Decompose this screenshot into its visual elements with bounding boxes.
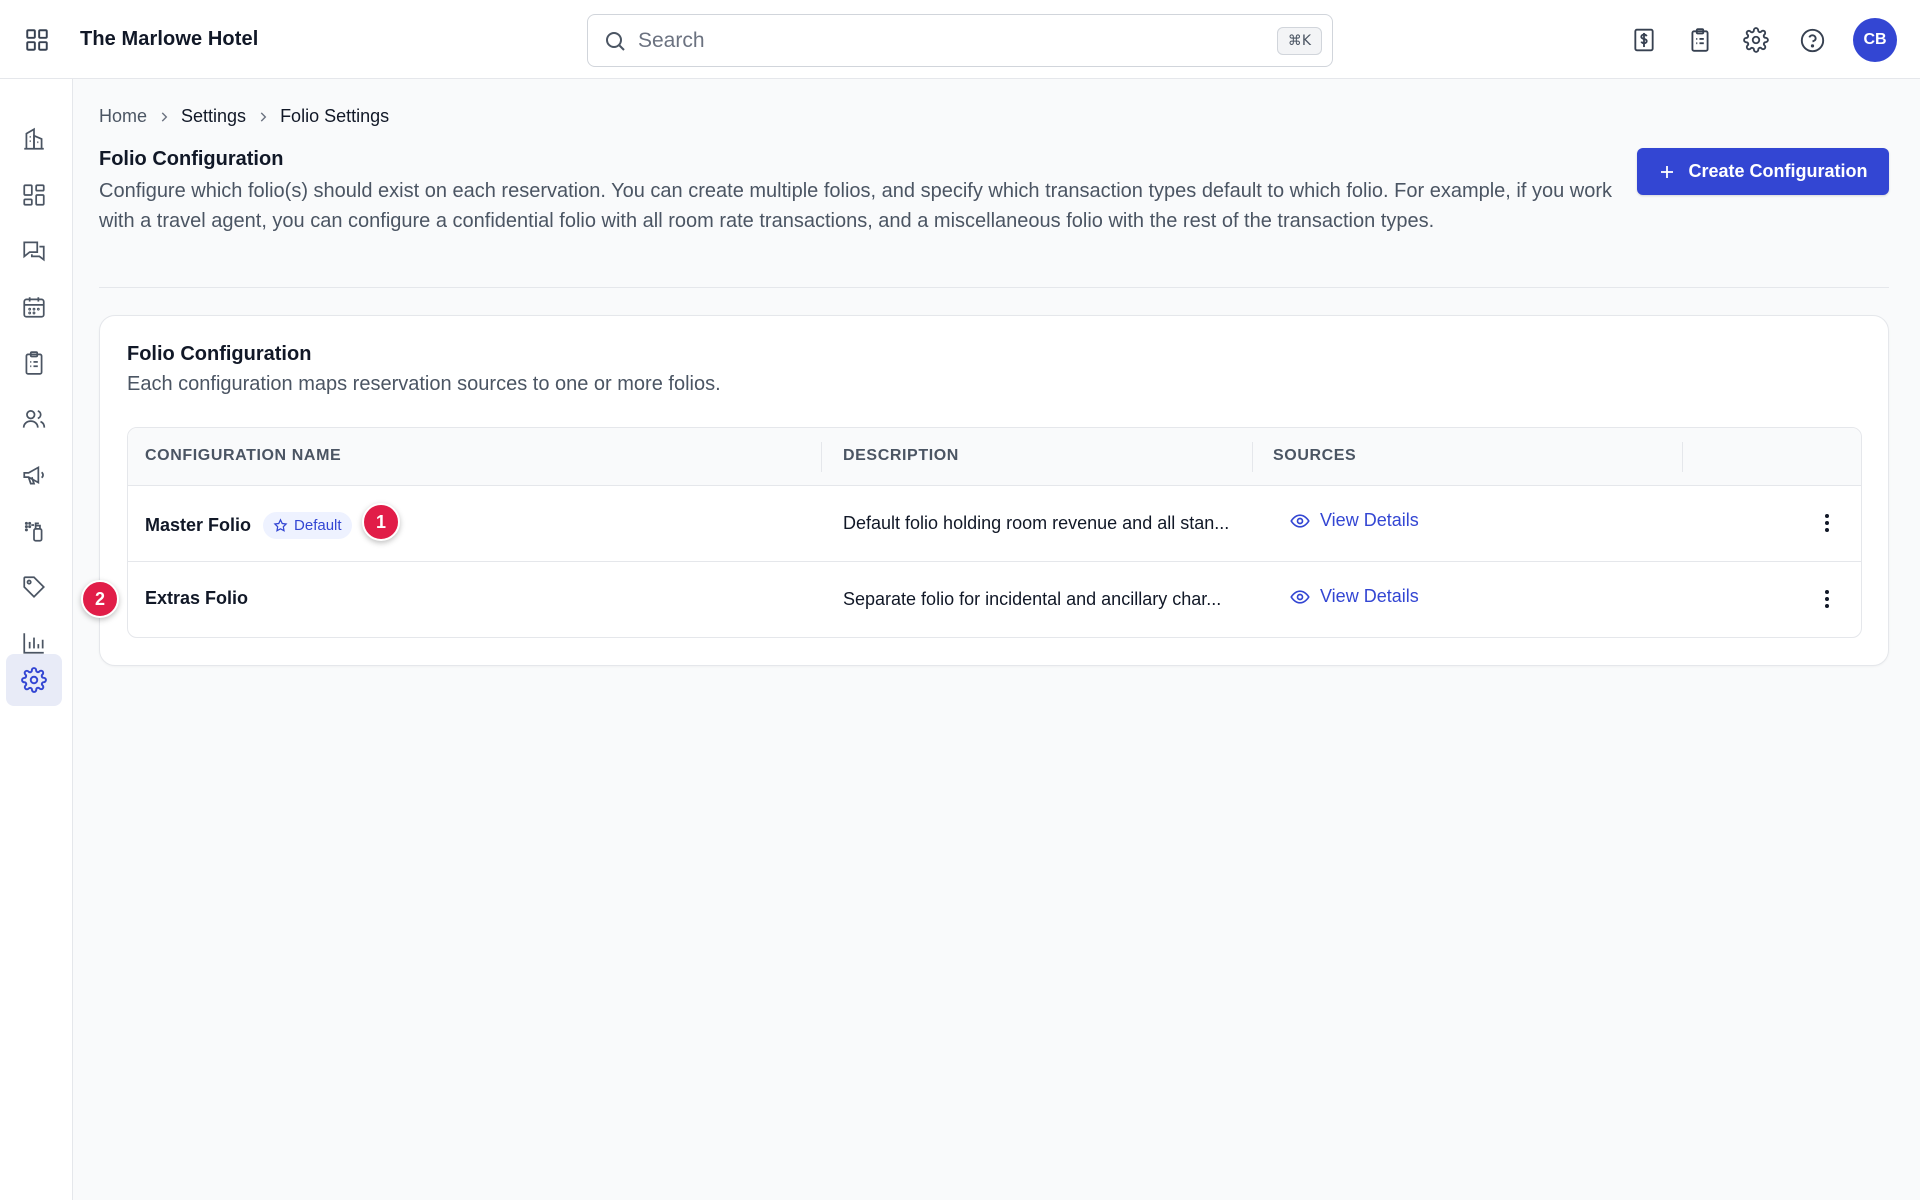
page-title: Folio Configuration — [99, 148, 284, 170]
sidebar — [0, 79, 73, 1200]
chevron-right-icon — [157, 110, 171, 124]
chat-icon — [21, 238, 47, 264]
view-details-link[interactable]: View Details — [1290, 510, 1419, 531]
table-row[interactable]: Extras Folio Separate folio for incident… — [128, 562, 1861, 637]
breadcrumb: Home Settings Folio Settings — [99, 106, 389, 127]
row-actions-kebab-icon[interactable] — [1812, 584, 1842, 614]
sidebar-item-calendar[interactable] — [6, 281, 62, 333]
default-badge: Default — [263, 512, 352, 539]
clipboard-icon[interactable] — [1684, 24, 1716, 56]
card-subtitle: Each configuration maps reservation sour… — [127, 373, 721, 395]
avatar[interactable]: CB — [1853, 18, 1897, 62]
column-divider — [1682, 442, 1683, 472]
bar-chart-icon — [21, 630, 47, 656]
calendar-icon — [21, 294, 47, 320]
create-configuration-label: Create Configuration — [1688, 161, 1868, 181]
spray-icon — [21, 518, 47, 544]
breadcrumb-current: Folio Settings — [280, 106, 390, 126]
column-header-description: DESCRIPTION — [843, 447, 959, 464]
users-icon — [21, 406, 47, 432]
search-shortcut-badge: ⌘K — [1276, 27, 1322, 55]
sidebar-item-settings[interactable] — [6, 654, 62, 706]
help-icon[interactable] — [1796, 24, 1828, 56]
sidebar-item-guests[interactable] — [6, 393, 62, 445]
dashboard-icon — [21, 182, 47, 208]
configuration-name-cell: Extras Folio — [145, 588, 248, 609]
folio-configuration-card: Folio Configuration Each configuration m… — [99, 315, 1889, 666]
sidebar-item-tasks[interactable] — [6, 337, 62, 389]
gear-icon[interactable] — [1740, 24, 1772, 56]
megaphone-icon — [21, 462, 47, 488]
top-bar: The Marlowe Hotel ⌘K CB — [0, 0, 1920, 79]
clipboard-icon — [21, 350, 47, 376]
gear-icon — [21, 667, 47, 693]
column-divider — [821, 442, 822, 472]
configuration-description: Separate folio for incidental and ancill… — [843, 589, 1222, 609]
search-icon — [602, 28, 628, 54]
table-header: CONFIGURATION NAME DESCRIPTION SOURCES — [128, 428, 1861, 486]
configuration-name: Extras Folio — [145, 588, 249, 608]
create-configuration-button[interactable]: Create Configuration — [1637, 148, 1889, 195]
search-input[interactable] — [638, 28, 1238, 53]
apps-grid-icon[interactable] — [22, 25, 52, 55]
column-divider — [1252, 442, 1253, 472]
chevron-right-icon — [256, 110, 270, 124]
page-description: Configure which folio(s) should exist on… — [99, 180, 1612, 232]
hotel-name: The Marlowe Hotel — [80, 28, 259, 50]
sidebar-item-marketing[interactable] — [6, 449, 62, 501]
divider — [99, 287, 1889, 288]
configuration-description: Default folio holding room revenue and a… — [843, 513, 1230, 533]
view-details-label: View Details — [1320, 510, 1419, 530]
breadcrumb-settings[interactable]: Settings — [181, 106, 246, 127]
plus-icon — [1658, 163, 1676, 181]
column-header-sources: SOURCES — [1273, 447, 1357, 464]
breadcrumb-home[interactable]: Home — [99, 106, 147, 127]
sidebar-item-rates[interactable] — [6, 561, 62, 613]
configuration-name-cell: Master Folio Default — [145, 512, 352, 539]
annotation-marker-2: 2 — [81, 580, 119, 618]
view-details-link[interactable]: View Details — [1290, 586, 1419, 607]
sidebar-item-messages[interactable] — [6, 225, 62, 277]
tag-icon — [21, 574, 47, 600]
row-actions-kebab-icon[interactable] — [1812, 508, 1842, 538]
annotation-marker-1: 1 — [362, 503, 400, 541]
building-icon — [21, 126, 47, 152]
column-header-configuration-name: CONFIGURATION NAME — [145, 447, 342, 464]
billing-icon[interactable] — [1628, 24, 1660, 56]
eye-icon — [1290, 587, 1310, 607]
star-icon — [273, 518, 288, 533]
sidebar-item-properties[interactable] — [6, 113, 62, 165]
search-bar[interactable]: ⌘K — [587, 14, 1333, 67]
view-details-label: View Details — [1320, 586, 1419, 606]
configuration-name: Master Folio — [145, 515, 252, 535]
sidebar-item-housekeeping[interactable] — [6, 505, 62, 557]
badge-label: Default — [294, 517, 342, 534]
sidebar-item-dashboard[interactable] — [6, 169, 62, 221]
card-title: Folio Configuration — [127, 343, 312, 365]
eye-icon — [1290, 511, 1310, 531]
